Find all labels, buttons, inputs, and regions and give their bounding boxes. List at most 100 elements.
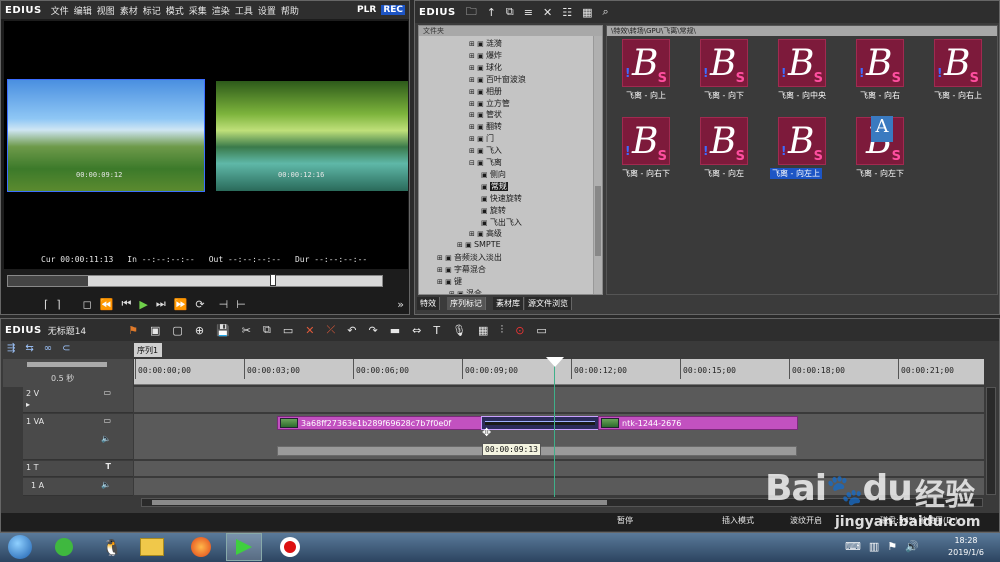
tree-item[interactable]: ⊞ ▣ 音频淡入淡出 bbox=[437, 252, 502, 263]
start-button[interactable] bbox=[2, 533, 38, 561]
menu-item[interactable]: 标记 bbox=[143, 4, 161, 17]
view-icon[interactable]: ▦ bbox=[582, 6, 592, 19]
tree-item[interactable]: ⊞ ▣ 涟漪 bbox=[469, 38, 502, 49]
tree-item[interactable]: ⊞ ▣ 字幕混合 bbox=[437, 264, 486, 275]
window-icon[interactable]: ▭ bbox=[536, 324, 546, 337]
transition-thumb[interactable]: B! S bbox=[778, 117, 826, 165]
tree-expand-icon[interactable]: ⊞ bbox=[469, 64, 477, 72]
keyboard-icon[interactable]: ⌨ bbox=[845, 540, 861, 553]
transition-thumb[interactable]: B! S bbox=[700, 117, 748, 165]
properties-icon[interactable]: ☷ bbox=[562, 6, 572, 19]
transition-clip[interactable] bbox=[481, 416, 599, 430]
tree-item[interactable]: ⊞ ▣ 立方管 bbox=[469, 98, 510, 109]
tree-expand-icon[interactable]: ⊞ bbox=[469, 230, 477, 238]
tree-expand-icon[interactable]: ⊞ bbox=[469, 88, 477, 96]
video-clip-1[interactable]: 3a68ff27363e1b289f69628c7b7f0e0f bbox=[277, 416, 482, 430]
vertical-scrollbar[interactable] bbox=[986, 387, 996, 495]
menu-item[interactable]: 文件 bbox=[51, 4, 69, 17]
tree-item[interactable]: ▣ 旋转 bbox=[481, 205, 506, 216]
cut-icon[interactable]: ✂ bbox=[242, 324, 251, 337]
transition-label[interactable]: 飞离 - 向右上 bbox=[923, 90, 993, 101]
flag-icon[interactable]: ⚑ bbox=[887, 540, 897, 553]
open-icon[interactable]: ⊕ bbox=[195, 324, 204, 337]
preview-left-frame[interactable]: 00:00:09:12 bbox=[7, 79, 205, 192]
timeline-scrollbar[interactable] bbox=[141, 498, 983, 507]
transition-label[interactable]: 飞离 - 向右下 bbox=[611, 168, 681, 179]
track-head-1a[interactable]: 1 A 🔈 bbox=[23, 478, 133, 496]
track-head-1va[interactable]: 1 VA ▭ 🔈 bbox=[23, 414, 133, 460]
tree-expand-icon[interactable]: ⊞ bbox=[437, 278, 445, 286]
menu-item[interactable]: 渲染 bbox=[212, 4, 230, 17]
tree-expand-icon[interactable]: ⊞ bbox=[437, 266, 445, 274]
tree-expand-icon[interactable]: ⊞ bbox=[469, 111, 477, 119]
tree-item[interactable]: ⊞ ▣ 球化 bbox=[469, 62, 502, 73]
fast-forward-icon[interactable]: ⏩ bbox=[174, 298, 188, 311]
volume-icon[interactable]: 🔊 bbox=[905, 540, 919, 553]
transition-thumb[interactable]: B! S bbox=[700, 39, 748, 87]
tree-item[interactable]: ▣ 常规 bbox=[481, 181, 508, 192]
playhead[interactable] bbox=[554, 359, 555, 497]
tree-expand-icon[interactable]: ⊞ bbox=[469, 52, 477, 60]
step-back-icon[interactable]: ⏮ bbox=[121, 297, 131, 311]
track-lane-1a[interactable] bbox=[134, 478, 984, 496]
playhead-marker-icon[interactable] bbox=[546, 357, 564, 367]
folder-icon[interactable]: 🗀 bbox=[466, 3, 477, 22]
mark-out-icon[interactable]: ⌉ bbox=[56, 298, 60, 311]
mark-in-icon[interactable]: ⌈ bbox=[44, 298, 48, 311]
tree-expand-icon[interactable]: ⊞ bbox=[437, 254, 445, 262]
table-icon[interactable]: ▦ bbox=[478, 324, 488, 337]
network-icon[interactable]: ▥ bbox=[869, 540, 879, 553]
delete-clip-icon[interactable]: ✕ bbox=[305, 324, 314, 337]
recorder-icon[interactable] bbox=[272, 533, 308, 561]
tree-item[interactable]: ▣ 飞出飞入 bbox=[481, 217, 522, 228]
menu-item[interactable]: 素材 bbox=[120, 4, 138, 17]
up-icon[interactable]: ↑ bbox=[487, 6, 496, 19]
transition-label[interactable]: 飞离 - 向下 bbox=[689, 90, 759, 101]
preview-right-frame[interactable]: 00:00:12:16 bbox=[216, 81, 408, 191]
transition-thumb[interactable]: B! S bbox=[622, 117, 670, 165]
title-track-icon[interactable]: T bbox=[106, 462, 111, 471]
insert-icon[interactable]: ⊣ bbox=[219, 298, 229, 311]
tree-item[interactable]: ⊞ ▣ 键 bbox=[437, 276, 462, 287]
speaker-icon[interactable]: 🔈 bbox=[101, 480, 111, 489]
layer-icon[interactable]: ≡ bbox=[524, 6, 533, 19]
tree-item[interactable]: ⊞ ▣ 相册 bbox=[469, 86, 502, 97]
track-lane-1t[interactable] bbox=[134, 461, 984, 477]
track-head-2v[interactable]: 2 V ▭ ▸ bbox=[23, 387, 133, 413]
tree-item[interactable]: ▣ 快速旋转 bbox=[481, 193, 522, 204]
rec-label[interactable]: REC bbox=[381, 5, 405, 15]
transition-thumb[interactable]: B! S bbox=[778, 39, 826, 87]
tree-expand-icon[interactable]: ⊞ bbox=[469, 76, 477, 84]
tree-expand-icon[interactable]: ⊞ bbox=[469, 147, 477, 155]
paste-icon[interactable]: ▭ bbox=[283, 324, 293, 337]
tree-expand-icon[interactable]: ⊞ bbox=[469, 100, 477, 108]
tree-item[interactable]: ⊞ ▣ 高级 bbox=[469, 228, 502, 239]
step-forward-icon[interactable]: ⏭ bbox=[156, 297, 166, 311]
track-mode-icon[interactable]: ⇶ bbox=[7, 343, 15, 357]
tree-scrollbar[interactable] bbox=[593, 36, 602, 294]
edius-app-icon[interactable] bbox=[226, 533, 262, 561]
scrubber-handle[interactable] bbox=[270, 274, 276, 286]
tree-item[interactable]: ⊞ ▣ SMPTE bbox=[457, 240, 501, 251]
bin-tab[interactable]: 源文件浏览 bbox=[525, 297, 572, 310]
clock[interactable]: 18:28 2019/1/6 bbox=[940, 535, 992, 559]
record-icon[interactable]: ⊙ bbox=[515, 324, 524, 337]
marker-icon[interactable]: ▬ bbox=[390, 324, 400, 337]
track-lane-2v[interactable] bbox=[134, 387, 984, 413]
capture-icon[interactable]: ▣ bbox=[150, 324, 160, 337]
tree-expand-icon[interactable]: ⊞ bbox=[469, 123, 477, 131]
transition-label[interactable]: 飞离 - 向上 bbox=[611, 90, 681, 101]
tree-item[interactable]: ⊟ ▣ 飞离 bbox=[469, 157, 502, 168]
mic-icon[interactable]: 🎙 bbox=[452, 324, 466, 337]
plr-label[interactable]: PLR bbox=[357, 5, 376, 15]
snap-icon[interactable]: ⊂ bbox=[62, 343, 70, 357]
player-scrubber[interactable] bbox=[7, 274, 383, 287]
transition-label[interactable]: 飞离 - 向右 bbox=[845, 90, 915, 101]
tree-scroll-thumb[interactable] bbox=[595, 186, 601, 256]
tree-expand-icon[interactable]: ⊟ bbox=[469, 159, 477, 167]
bin-tab[interactable]: 序列标记 bbox=[447, 297, 486, 310]
sync-lock-icon[interactable]: ⇆ bbox=[25, 343, 33, 357]
bin-tab[interactable]: 特效 bbox=[417, 297, 440, 310]
search-icon[interactable]: ⌕ bbox=[602, 5, 608, 19]
new-sequence-icon[interactable]: ⚑ bbox=[128, 324, 138, 337]
